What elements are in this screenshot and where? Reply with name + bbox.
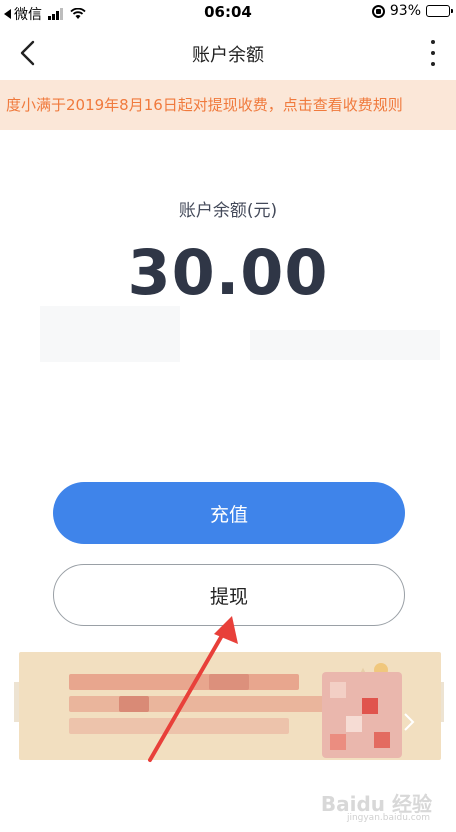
fee-notice-banner[interactable]: 度小满于2019年8月16日起对提现收费，点击查看收费规则: [0, 80, 456, 130]
status-bar: 微信 06:04 93%: [0, 0, 456, 26]
nav-bar: 账户余额: [0, 26, 456, 80]
balance-amount: 30.00: [127, 236, 329, 309]
faint-background-block: [250, 330, 440, 360]
recharge-button[interactable]: 充值: [53, 482, 405, 544]
recharge-label: 充值: [209, 503, 248, 526]
withdraw-label: 提现: [209, 585, 248, 608]
baidu-watermark-url: jingyan.baidu.com: [346, 813, 430, 823]
battery-icon: [426, 5, 453, 17]
rotation-lock-icon: [371, 4, 385, 18]
annotation-arrow: [148, 616, 238, 762]
faint-background-block: [40, 306, 180, 362]
balance-label: 账户余额(元): [178, 201, 278, 221]
page-title: 账户余额: [192, 45, 264, 66]
chevron-right-icon[interactable]: [402, 712, 416, 732]
battery-percent: 93%: [389, 3, 421, 19]
promo-image: [322, 672, 402, 758]
status-right: 93%: [371, 3, 453, 19]
fee-notice-text: 度小满于2019年8月16日起对提现收费，点击查看收费规则: [6, 96, 403, 114]
more-options-icon[interactable]: [428, 40, 438, 66]
